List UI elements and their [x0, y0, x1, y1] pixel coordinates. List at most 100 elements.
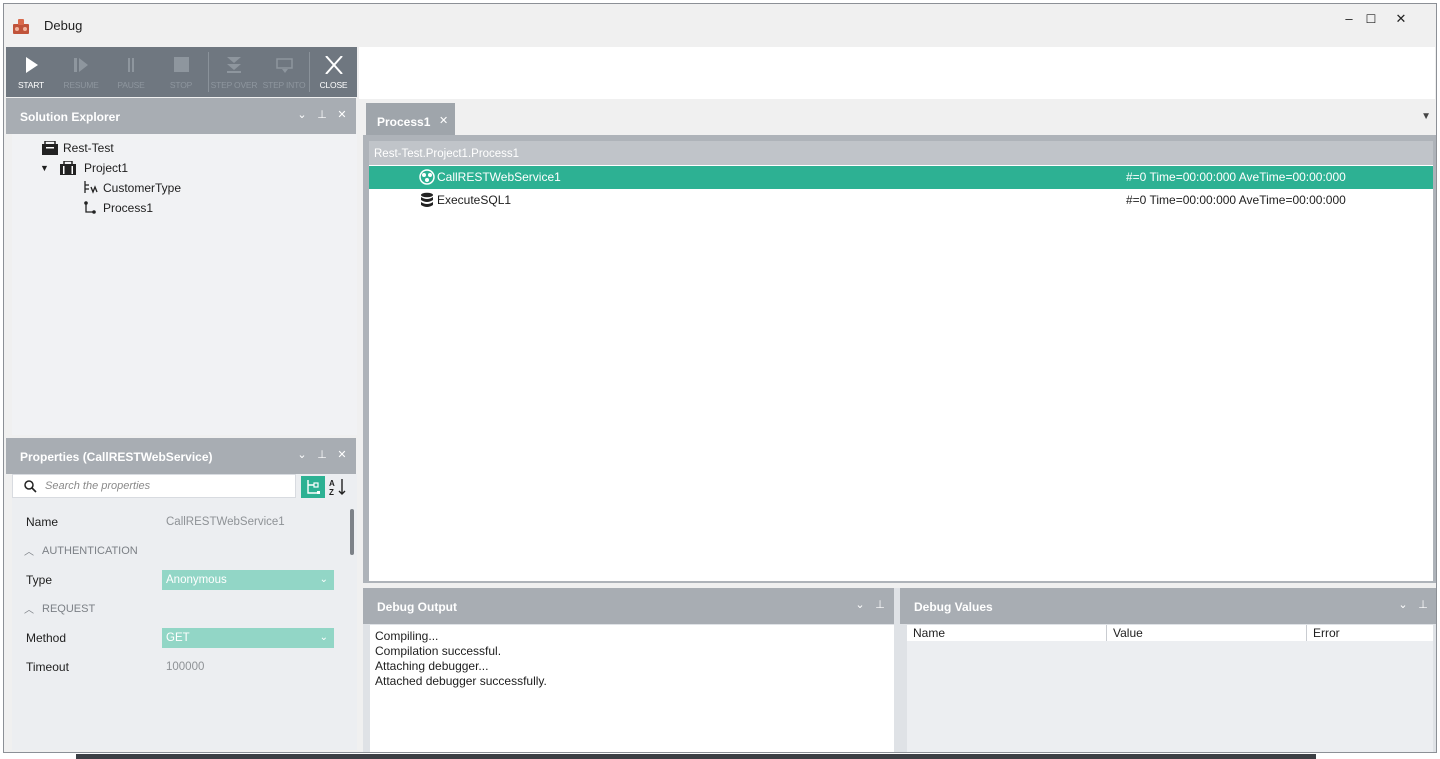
category-request[interactable]: ︿ REQUEST [12, 595, 336, 623]
tab-list-dropdown-icon[interactable]: ▼ [1421, 111, 1431, 122]
property-row-timeout[interactable]: Timeout 100000 [12, 653, 336, 681]
pin-icon[interactable]: ⊥ [316, 108, 328, 122]
column-header-name[interactable]: Name [907, 625, 1107, 641]
step-into-button[interactable]: STEP INTO [259, 47, 309, 97]
property-row-type[interactable]: Type Anonymous ⌄ [12, 566, 336, 594]
method-dropdown[interactable]: GET ⌄ [162, 628, 334, 648]
trace-row-callrestwebservice1[interactable]: CallRESTWebService1 #=0 Time=00:00:000 A… [369, 166, 1433, 189]
solution-explorer-title: Solution Explorer [20, 110, 121, 124]
properties-scrollbar[interactable] [350, 509, 354, 555]
search-input[interactable] [45, 477, 285, 495]
column-header-value[interactable]: Value [1107, 625, 1307, 641]
solution-explorer-header: Solution Explorer ⌄ ⊥ ✕ [6, 98, 356, 134]
title-bar: Debug – ☐ ✕ [4, 4, 1436, 46]
close-debug-button[interactable]: CLOSE [310, 47, 357, 97]
property-label: Timeout [26, 660, 69, 674]
process-trace-view: Rest-Test.Project1.Process1 CallRESTWebS… [369, 141, 1433, 581]
log-line: Compiling... [375, 629, 439, 643]
tree-item-rest-test[interactable]: Rest-Test [42, 138, 162, 158]
pin-icon[interactable]: ⊥ [1417, 598, 1429, 612]
start-button[interactable]: START [6, 47, 56, 97]
categorized-view-button[interactable] [301, 476, 325, 498]
chevron-up-icon[interactable]: ︿ [24, 601, 34, 616]
chevron-down-icon[interactable]: ⌄ [854, 598, 866, 612]
property-search[interactable] [12, 474, 296, 498]
property-value[interactable]: 100000 [162, 657, 334, 677]
category-label: REQUEST [42, 603, 96, 615]
maximize-button[interactable]: ☐ [1356, 8, 1386, 30]
tree-item-label: Project1 [84, 161, 129, 175]
trace-step-stats: #=0 Time=00:00:000 AveTime=00:00:000 [1126, 170, 1346, 184]
category-label: AUTHENTICATION [42, 545, 138, 557]
resume-button[interactable]: RESUME [56, 47, 106, 97]
close-icon[interactable]: ✕ [336, 108, 348, 122]
debug-toolbar: START RESUME PAUSE STOP STEP OVER STEP I… [6, 47, 357, 97]
chevron-down-icon[interactable]: ⌄ [320, 628, 328, 648]
property-value[interactable]: CallRESTWebService1 [162, 512, 334, 532]
trace-row-executesql1[interactable]: ExecuteSQL1 #=0 Time=00:00:000 AveTime=0… [369, 189, 1433, 212]
tree-item-label: CustomerType [103, 181, 182, 195]
pin-icon[interactable]: ⊥ [874, 598, 886, 612]
tab-close-icon[interactable]: ✕ [439, 114, 448, 127]
pin-icon[interactable]: ⊥ [316, 448, 328, 462]
web-service-icon [419, 169, 435, 185]
sort-az-icon: AZ [329, 479, 346, 496]
resume-icon [74, 58, 88, 72]
pause-label: PAUSE [117, 80, 145, 90]
window-title: Debug [44, 18, 83, 33]
debug-values-column-header: Name Value Error [907, 625, 1433, 641]
log-line: Attached debugger successfully. [375, 674, 547, 688]
solution-tree: Rest-Test ▼ Project1 CustomerType Proces… [12, 134, 357, 435]
debug-output-header: Debug Output ⌄ ⊥ [363, 588, 894, 624]
trace-step-stats: #=0 Time=00:00:000 AveTime=00:00:000 [1126, 193, 1346, 207]
stop-icon [174, 57, 189, 72]
log-line: Attaching debugger... [375, 659, 489, 673]
debug-output-title: Debug Output [377, 600, 457, 614]
column-header-error[interactable]: Error [1307, 625, 1433, 641]
start-label: START [17, 80, 45, 90]
tab-process1[interactable]: Process1 ✕ [366, 103, 455, 135]
chevron-down-icon[interactable]: ⌄ [320, 570, 328, 590]
close-icon [324, 56, 343, 74]
tree-item-process1[interactable]: Process1 [82, 198, 232, 218]
project-icon [60, 161, 76, 175]
properties-header: Properties (CallRESTWebService) ⌄ ⊥ ✕ [6, 438, 356, 474]
tree-item-project1[interactable]: ▼ Project1 [40, 158, 180, 178]
debug-values-title: Debug Values [914, 600, 993, 614]
debug-window: Debug – ☐ ✕ START RESUME PAUSE STOP STEP… [3, 3, 1437, 753]
tree-item-customertype[interactable]: CustomerType [82, 178, 232, 198]
tab-label: Process1 [377, 115, 431, 129]
document-tabstrip: Process1 ✕ ▼ [361, 99, 1436, 135]
debug-output-log[interactable]: Compiling... Compilation successful. Att… [370, 625, 894, 752]
properties-grid: AZ Name CallRESTWebService1 ︿ AUTHENTICA… [12, 474, 357, 750]
properties-title: Properties (CallRESTWebService) [20, 450, 213, 464]
search-icon [24, 480, 37, 493]
category-authentication[interactable]: ︿ AUTHENTICATION [12, 537, 336, 565]
chevron-up-icon[interactable]: ︿ [24, 543, 34, 558]
debug-values-grid: Name Value Error [907, 625, 1433, 752]
property-label: Method [26, 631, 67, 645]
chevron-down-icon[interactable]: ⌄ [296, 448, 308, 462]
close-icon[interactable]: ✕ [336, 448, 348, 462]
chevron-down-icon[interactable]: ⌄ [296, 108, 308, 122]
toolbar-filler [359, 47, 1435, 99]
step-into-icon [276, 58, 293, 73]
solution-icon [42, 141, 58, 155]
close-label: CLOSE [319, 80, 348, 90]
alphabetical-sort-button[interactable]: AZ [326, 476, 350, 498]
window-close-button[interactable]: ✕ [1386, 8, 1416, 30]
stop-button[interactable]: STOP [156, 47, 206, 97]
property-row-name[interactable]: Name CallRESTWebService1 [12, 508, 336, 536]
dropdown-value: GET [166, 632, 190, 644]
expand-arrow-icon[interactable]: ▼ [40, 158, 49, 178]
stop-label: STOP [169, 80, 193, 90]
property-label: Name [26, 515, 59, 529]
chevron-down-icon[interactable]: ⌄ [1397, 598, 1409, 612]
type-dropdown[interactable]: Anonymous ⌄ [162, 570, 334, 590]
property-row-method[interactable]: Method GET ⌄ [12, 624, 336, 652]
step-over-button[interactable]: STEP OVER [209, 47, 259, 97]
step-into-label: STEP INTO [262, 80, 306, 90]
pause-button[interactable]: PAUSE [106, 47, 156, 97]
property-label: Type [26, 573, 53, 587]
play-icon [26, 57, 38, 73]
